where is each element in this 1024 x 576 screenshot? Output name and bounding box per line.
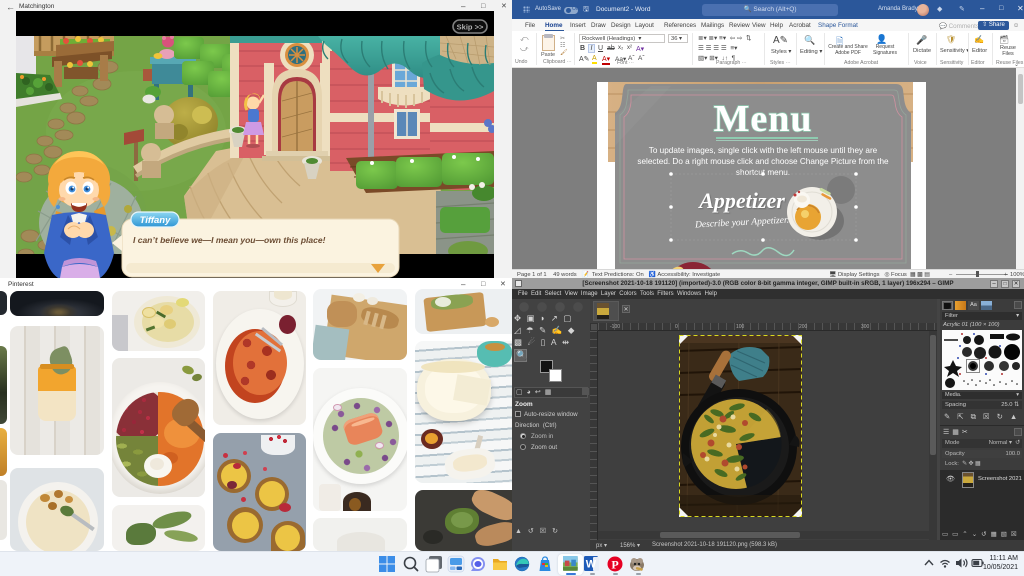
- svg-text:selected. Do a right mouse cl: selected. Do a right mouse click and cho…: [637, 157, 889, 166]
- svg-text:To update images, single click: To update images, single click with the …: [649, 146, 878, 155]
- svg-text:W: W: [586, 559, 597, 571]
- svg-text:I can’t believe we—I mean you—: I can’t believe we—I mean you—own this p…: [133, 235, 326, 245]
- svg-text:Tiffany: Tiffany: [140, 215, 172, 226]
- svg-text:Appetizer: Appetizer: [697, 188, 785, 213]
- svg-text:Menu: Menu: [714, 98, 813, 140]
- svg-text:Skip >>: Skip >>: [457, 23, 484, 32]
- svg-text:P: P: [611, 558, 618, 572]
